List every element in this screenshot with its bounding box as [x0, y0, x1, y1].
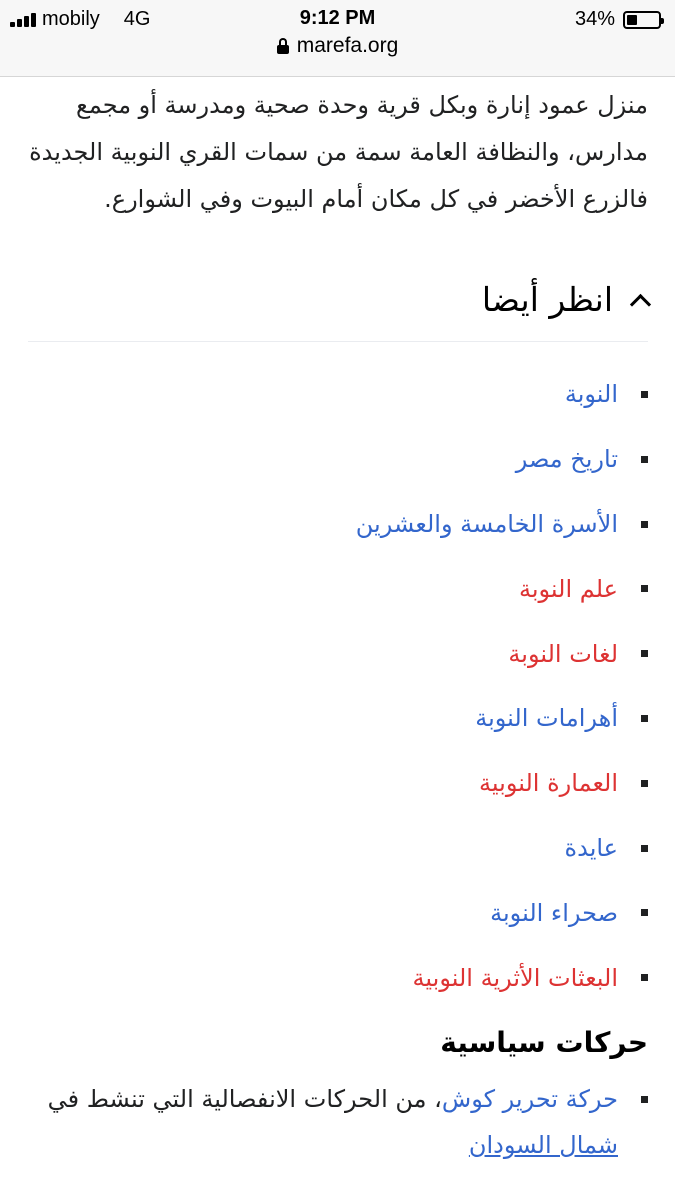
see-also-link[interactable]: العمارة النوبية	[479, 769, 618, 797]
status-bar-right: 34%	[574, 8, 664, 31]
battery-percent: 34%	[574, 8, 615, 30]
see-also-link[interactable]: صحراء النوبة	[490, 899, 618, 927]
battery-icon	[623, 10, 664, 29]
battery-tip	[661, 17, 664, 24]
list-item-text: ، من الحركات الانفصالية التي تنشط في	[47, 1084, 442, 1113]
see-also-title: انظر أيضا	[481, 279, 613, 319]
article-link[interactable]: حركة تحرير كوش	[442, 1085, 618, 1113]
see-also-link[interactable]: تاريخ مصر	[516, 445, 618, 473]
bullet	[641, 455, 648, 463]
see-also-item: عايدة	[28, 816, 648, 881]
address-bar-content[interactable]: marefa.org	[276, 34, 399, 58]
bullet	[641, 844, 648, 852]
list-item: حركة تحرير كوش، من الحركات الانفصالية ال…	[28, 1076, 648, 1168]
battery-fill	[627, 14, 638, 25]
article-link[interactable]: شمال السودان	[469, 1131, 618, 1159]
see-also-item: أهرامات النوبة	[28, 686, 648, 751]
see-also-item: تاريخ مصر	[28, 427, 648, 492]
see-also-link[interactable]: البعثات الأثرية النوبية	[413, 964, 618, 992]
see-also-header[interactable]: انظر أيضا	[28, 277, 652, 342]
bullet	[641, 391, 648, 398]
see-also-item: النوبة	[28, 362, 648, 427]
article-content: منزل عمود إنارة وبكل قرية وحدة صحية ومدر…	[28, 78, 652, 1168]
see-also-item: صحراء النوبة	[28, 880, 648, 945]
see-also-list: النوبة تاريخ مصر الأسرة الخامسة والعشرين عل…	[28, 362, 648, 1010]
see-also-link[interactable]: الأسرة الخامسة والعشرين	[356, 510, 618, 538]
bullet	[641, 1095, 648, 1103]
bullet	[641, 779, 648, 787]
see-also-link[interactable]: علم النوبة	[519, 575, 618, 603]
see-also-item: لغات النوبة	[28, 621, 648, 686]
see-also-link[interactable]: لغات النوبة	[508, 640, 618, 668]
bullet	[641, 714, 648, 722]
see-also-item: علم النوبة	[28, 556, 648, 621]
bullet	[641, 585, 648, 593]
address-bar[interactable]: marefa.org	[0, 34, 675, 77]
clock: 9:12 PM	[299, 7, 376, 29]
political-movements-list: حركة تحرير كوش، من الحركات الانفصالية ال…	[28, 1076, 648, 1168]
see-also-link[interactable]: النوبة	[565, 380, 618, 408]
bullet	[641, 909, 648, 917]
chevron-up-icon[interactable]	[629, 293, 652, 315]
political-movements-heading: حركات سياسية	[440, 1025, 648, 1059]
see-also-item: العمارة النوبية	[28, 751, 648, 816]
lock-icon	[276, 38, 289, 54]
bullet	[641, 520, 648, 528]
see-also-item: البعثات الأثرية النوبية	[28, 945, 648, 1010]
bullet	[641, 650, 648, 658]
see-also-link[interactable]: أهرامات النوبة	[475, 704, 618, 732]
article-paragraph: منزل عمود إنارة وبكل قرية وحدة صحية ومدر…	[29, 91, 648, 213]
url-domain[interactable]: marefa.org	[297, 34, 399, 58]
see-also-link[interactable]: عايدة	[565, 834, 618, 862]
see-also-item: الأسرة الخامسة والعشرين	[28, 492, 648, 557]
bullet	[641, 974, 648, 982]
